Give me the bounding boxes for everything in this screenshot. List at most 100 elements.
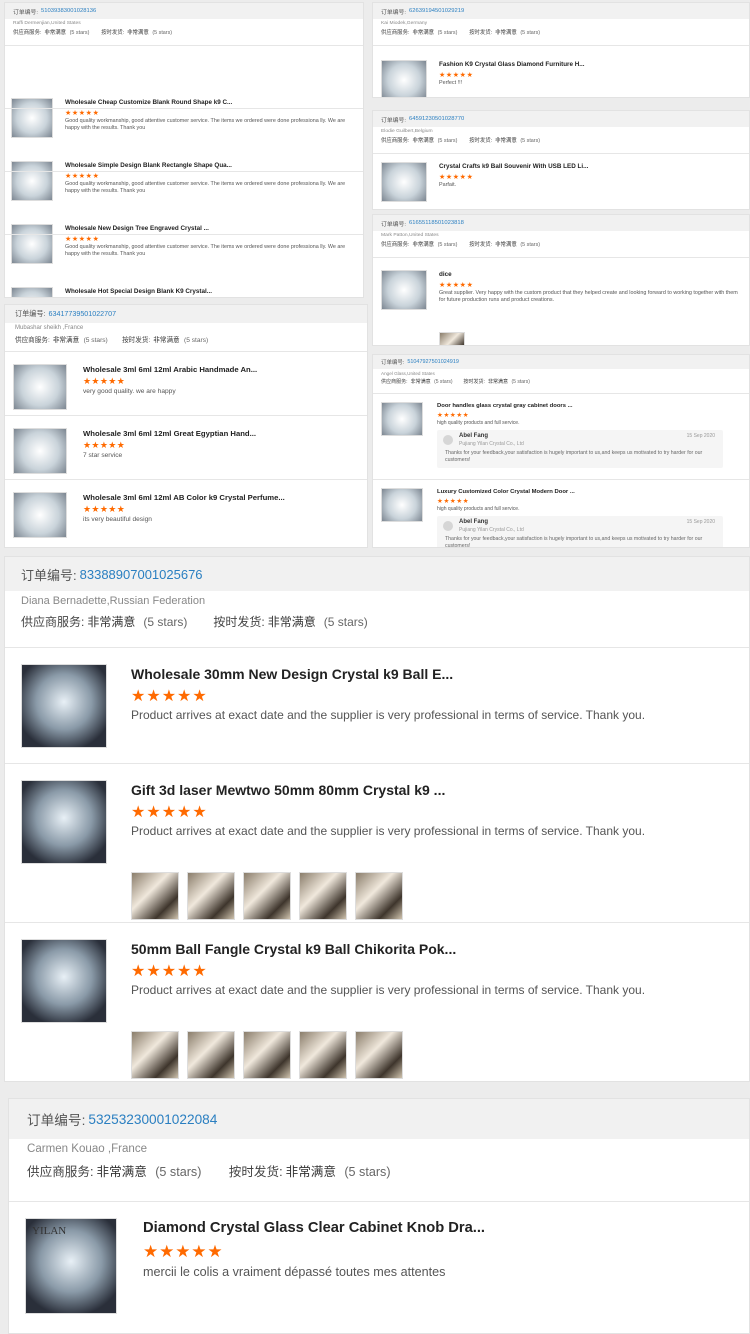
- review-item: Crystal Crafts k9 Ball Souvenir With USB…: [373, 153, 749, 209]
- service-rating: 供应商服务: 非常满意 (5 stars): [381, 28, 457, 36]
- order-label: 订单编号:: [381, 360, 405, 366]
- service-rating-value: 非常满意: [52, 337, 80, 345]
- review-photo[interactable]: [131, 1031, 179, 1079]
- order-number-link[interactable]: 53253230001022084: [88, 1112, 217, 1127]
- product-title-link[interactable]: Wholesale New Design Tree Engraved Cryst…: [65, 225, 355, 232]
- service-rating-value: 非常满意: [87, 615, 136, 629]
- review-photo[interactable]: [299, 1031, 347, 1079]
- product-title-link[interactable]: Wholesale 3ml 6ml 12ml AB Color k9 Cryst…: [83, 493, 359, 502]
- service-rating-stars: (5 stars): [437, 30, 458, 37]
- product-title-link[interactable]: Wholesale Simple Design Blank Rectangle …: [65, 162, 355, 169]
- review-comment: mercii le colis a vraiment dépassé toute…: [143, 1265, 446, 1280]
- product-thumbnail[interactable]: [381, 270, 427, 310]
- order-number-link[interactable]: 83388907001025676: [80, 567, 203, 582]
- buyer-info: Carmen Kouao ,France 供应商服务: 非常满意 (5 stars) 按…: [9, 1139, 749, 1201]
- delivery-rating-label: 按时发货:: [469, 30, 493, 37]
- review-photo[interactable]: [187, 872, 235, 920]
- buyer-info: Elodie Guilbert,Belgium 供应商服务: 非常满意 (5 star…: [373, 127, 749, 153]
- review-photo[interactable]: [299, 872, 347, 920]
- product-title-link[interactable]: Luxury Customized Color Crystal Modern D…: [437, 489, 741, 495]
- review-card: 订单编号: 51039383001028136 Raffi Dermenjian,U…: [4, 2, 364, 298]
- rating-stars: ★★★★★: [83, 504, 126, 515]
- review-photo[interactable]: [187, 1031, 235, 1079]
- product-thumbnail[interactable]: [21, 939, 107, 1023]
- review-photo[interactable]: [243, 1031, 291, 1079]
- delivery-rating-value: 非常满意: [127, 30, 149, 37]
- order-label: 订单编号:: [13, 9, 38, 16]
- product-title-link[interactable]: Wholesale 3ml 6ml 12ml Arabic Handmade A…: [83, 365, 359, 374]
- rating-stars: ★★★★★: [437, 498, 470, 506]
- buyer-info: Raffi Dermenjian,United States 供应商服务: 非常满意…: [5, 19, 363, 45]
- review-photo[interactable]: [355, 1031, 403, 1079]
- buyer-info: Mark Patton,United States 供应商服务: 非常满意 (5 st…: [373, 231, 749, 257]
- rating-stars: ★★★★★: [83, 376, 126, 387]
- order-number-link[interactable]: 62639194501029219: [409, 8, 464, 14]
- order-number-link[interactable]: 51039383001028136: [41, 8, 96, 14]
- rating-stars: ★★★★★: [143, 1242, 224, 1262]
- order-label: 订单编号:: [27, 1113, 86, 1128]
- product-title-link[interactable]: Diamond Crystal Glass Clear Cabinet Knob…: [143, 1220, 741, 1236]
- delivery-rating-label: 按时发货:: [101, 30, 125, 37]
- rating-stars: ★★★★★: [131, 804, 208, 821]
- service-rating: 供应商服务: 非常满意 (5 stars): [21, 613, 187, 630]
- order-header: 订单编号: 61655118501023818: [373, 215, 749, 231]
- order-number-link[interactable]: 63417739501022707: [49, 310, 117, 318]
- buyer-name: Elodie Guilbert,Belgium: [381, 128, 433, 134]
- product-title-link[interactable]: Wholesale Cheap Customize Blank Round Sh…: [65, 99, 355, 106]
- rating-stars: ★★★★★: [439, 171, 474, 181]
- ratings-row: 供应商服务: 非常满意 (5 stars) 按时发货: 非常满意 (5 stars): [381, 378, 741, 385]
- product-thumbnail[interactable]: [381, 60, 427, 97]
- product-thumbnail[interactable]: [11, 287, 53, 297]
- product-title-link[interactable]: Gift 3d laser Mewtwo 50mm 80mm Crystal k…: [131, 782, 741, 798]
- review-item: Luxury Customized Color Crystal Modern D…: [373, 479, 749, 548]
- review-comment: Great supplier. Very happy with the cust…: [439, 289, 738, 303]
- product-title-link[interactable]: 50mm Ball Fangle Crystal k9 Ball Chikori…: [131, 941, 741, 957]
- rating-stars: ★★★★★: [131, 688, 208, 705]
- review-photo[interactable]: [243, 872, 291, 920]
- review-photos: [439, 332, 473, 345]
- review-item: 50mm Ball Fangle Crystal k9 Ball Chikori…: [5, 922, 749, 1081]
- review-photos: [131, 1031, 411, 1079]
- product-title-link[interactable]: Wholesale 30mm New Design Crystal k9 Bal…: [131, 666, 741, 682]
- ratings-row: 供应商服务: 非常满意 (5 stars) 按时发货: 非常满意 (5 stars): [13, 28, 355, 36]
- service-rating-value: 非常满意: [44, 30, 67, 37]
- service-rating-value: 非常满意: [96, 1165, 147, 1180]
- product-thumbnail[interactable]: [13, 364, 67, 410]
- product-title-link[interactable]: Wholesale 3ml 6ml 12ml Great Egyptian Ha…: [83, 429, 359, 438]
- service-rating-label: 供应商服务:: [21, 615, 85, 629]
- product-thumbnail[interactable]: [381, 402, 423, 436]
- buyer-name: Carmen Kouao ,France: [27, 1143, 148, 1156]
- reply-text: Thanks for your feedback,your satisfacti…: [445, 536, 703, 548]
- product-title-link[interactable]: Wholesale Hot Special Design Blank K9 Cr…: [65, 288, 355, 295]
- ratings-row: 供应商服务: 非常满意 (5 stars) 按时发货: 非常满意 (5 stars): [381, 28, 741, 36]
- product-title-link[interactable]: Fashion K9 Crystal Glass Diamond Furnitu…: [439, 61, 741, 68]
- service-rating: 供应商服务: 非常满意 (5 stars): [13, 28, 89, 36]
- delivery-rating-label: 按时发货:: [469, 242, 493, 249]
- product-thumbnail[interactable]: [13, 492, 67, 538]
- buyer-info: Mubashar sheikh ,France 供应商服务: 非常满意 (5 star…: [5, 323, 367, 351]
- rating-stars: ★★★★★: [83, 440, 126, 451]
- product-title-link[interactable]: Crystal Crafts k9 Ball Souvenir With USB…: [439, 163, 741, 170]
- service-rating-stars: (5 stars): [437, 138, 458, 145]
- delivery-rating: 按时发货: 非常满意 (5 stars): [122, 334, 208, 344]
- review-card: 订单编号: 62639194501029219 Kai Miodek,Germany…: [372, 2, 750, 98]
- product-thumbnail[interactable]: [13, 428, 67, 474]
- product-title-link[interactable]: dice: [439, 271, 741, 278]
- buyer-name: Angel Glass,United States: [381, 370, 435, 376]
- review-photo[interactable]: [439, 332, 465, 345]
- delivery-rating-value: 非常满意: [495, 242, 517, 249]
- order-number-link[interactable]: 64591230501028770: [409, 116, 464, 122]
- product-title-link[interactable]: Door handles glass crystal gray cabinet …: [437, 403, 741, 409]
- product-thumbnail[interactable]: [381, 488, 423, 522]
- delivery-rating-label: 按时发货:: [228, 1165, 283, 1180]
- product-thumbnail[interactable]: [21, 780, 107, 864]
- product-thumbnail[interactable]: [381, 162, 427, 202]
- product-thumbnail[interactable]: YILAN: [25, 1218, 117, 1314]
- order-number-link[interactable]: 51047927501024919: [407, 359, 459, 365]
- thumbnail-brand-text: YILAN: [32, 1225, 67, 1237]
- product-thumbnail[interactable]: [21, 664, 107, 748]
- review-photo[interactable]: [131, 872, 179, 920]
- order-number-link[interactable]: 61655118501023818: [409, 220, 464, 226]
- review-photo[interactable]: [355, 872, 403, 920]
- review-item: YILAN Diamond Crystal Glass Clear Cabinet…: [9, 1201, 749, 1321]
